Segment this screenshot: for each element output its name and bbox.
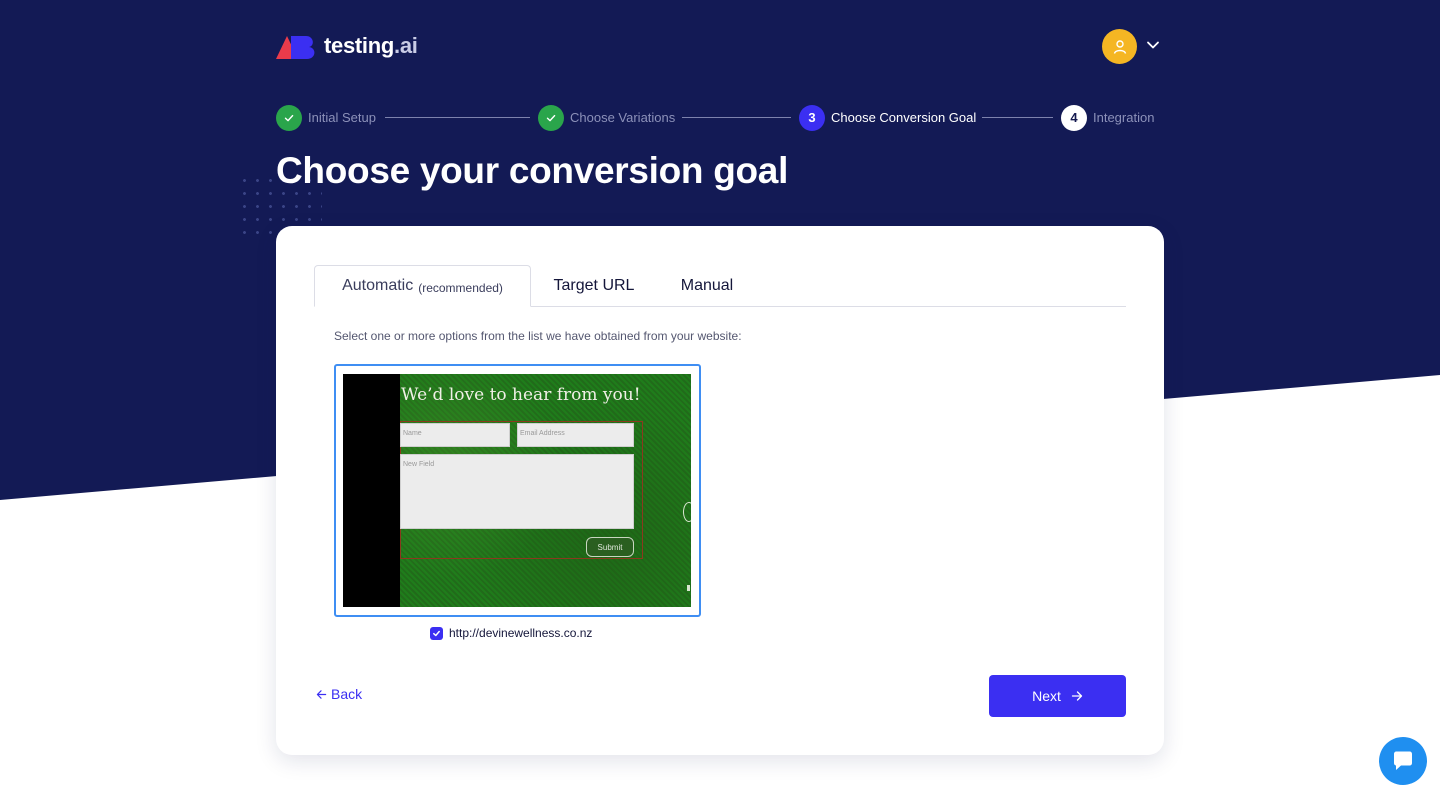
- check-icon: [276, 104, 302, 131]
- step-choose-variations: Choose Variations: [538, 104, 675, 131]
- instructions-text: Select one or more options from the list…: [334, 329, 742, 343]
- preview-submit-button: Submit: [586, 537, 634, 557]
- preview-heading: We’d love to hear from you!: [401, 385, 641, 405]
- check-icon: [433, 630, 440, 636]
- arrow-left-icon: [316, 689, 327, 699]
- back-button[interactable]: Back: [316, 686, 362, 702]
- preview-message-field: New Field: [400, 454, 634, 529]
- chat-launcher-button[interactable]: [1379, 737, 1427, 785]
- arrow-right-icon: [1071, 691, 1083, 701]
- chevron-down-icon[interactable]: [1146, 40, 1160, 50]
- step-number: 4: [1061, 104, 1087, 131]
- logo[interactable]: testing.ai: [276, 32, 418, 60]
- page-preview-thumbnail: We’d love to hear from you! Name Email A…: [343, 374, 691, 607]
- step-label: Integration: [1093, 110, 1155, 125]
- tab-target-url[interactable]: Target URL: [531, 265, 657, 307]
- step-label: Choose Conversion Goal: [831, 110, 977, 125]
- step-connector: [385, 117, 530, 118]
- goal-option-url-row: http://devinewellness.co.nz: [430, 626, 592, 640]
- goal-tabs: Automatic (recommended) Target URL Manual: [314, 265, 1126, 307]
- tab-manual[interactable]: Manual: [657, 265, 757, 307]
- goal-option-card[interactable]: We’d love to hear from you! Name Email A…: [334, 364, 701, 617]
- tab-automatic[interactable]: Automatic (recommended): [314, 265, 531, 307]
- chat-bubble-icon: [1394, 751, 1412, 770]
- step-choose-conversion-goal: 3 Choose Conversion Goal: [799, 104, 976, 131]
- step-initial-setup: Initial Setup: [276, 104, 376, 131]
- page-title: Choose your conversion goal: [276, 150, 789, 191]
- preview-email-field: Email Address: [517, 423, 634, 447]
- progress-stepper: Initial Setup Choose Variations 3 Choose…: [276, 104, 1160, 131]
- check-icon: [538, 104, 564, 131]
- conversion-goal-card: Automatic (recommended) Target URL Manual…: [276, 226, 1164, 755]
- goal-option-url: http://devinewellness.co.nz: [449, 626, 593, 640]
- step-number: 3: [799, 104, 825, 131]
- step-connector: [982, 117, 1053, 118]
- user-avatar[interactable]: [1102, 29, 1137, 64]
- preview-name-field: Name: [400, 423, 510, 447]
- step-integration: 4 Integration: [1061, 104, 1154, 131]
- next-button[interactable]: Next: [989, 675, 1126, 717]
- goal-option-checkbox[interactable]: [430, 626, 443, 640]
- user-icon: [1113, 39, 1126, 54]
- ab-logo-icon: [276, 35, 315, 59]
- step-connector: [682, 117, 791, 118]
- step-label: Initial Setup: [308, 110, 376, 125]
- step-label: Choose Variations: [570, 110, 676, 125]
